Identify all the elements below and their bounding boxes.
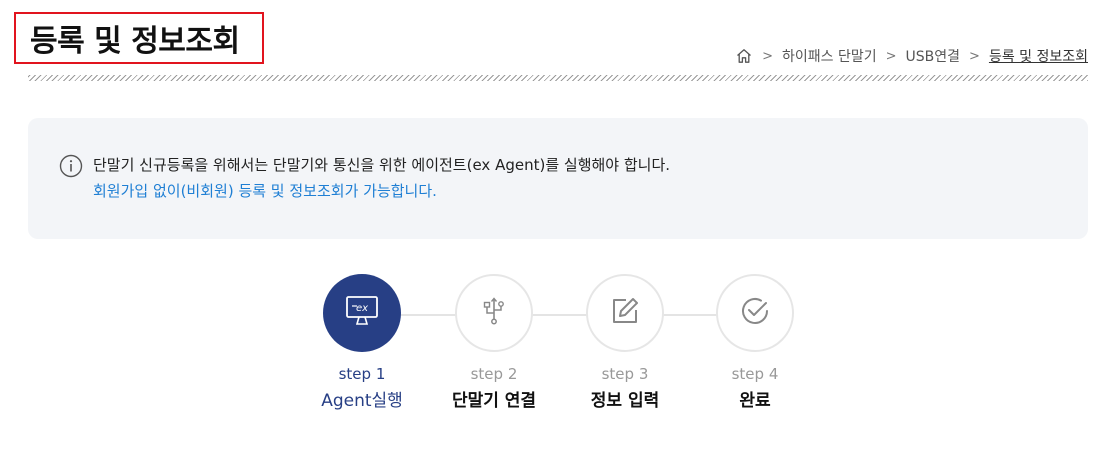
notice-highlight-text: 회원가입 없이(비회원) 등록 및 정보조회가 가능합니다. <box>93 182 437 200</box>
notice-text: 단말기 신규등록을 위해서는 단말기와 통신을 위한 에이전트(ex Agent… <box>93 156 671 174</box>
chevron-right-icon: > <box>969 48 980 64</box>
step-3: step 3 정보 입력 <box>565 274 685 412</box>
step-1-circle: ex <box>323 274 401 352</box>
step-4: step 4 완료 <box>695 274 815 412</box>
home-icon[interactable] <box>735 47 753 65</box>
step-2-label: 단말기 연결 <box>451 391 537 411</box>
breadcrumb-item-current[interactable]: 등록 및 정보조회 <box>989 46 1088 66</box>
step-4-circle <box>716 274 794 352</box>
monitor-ex-icon: ex <box>345 295 379 331</box>
step-4-number: step 4 <box>731 365 779 383</box>
info-icon <box>59 154 83 178</box>
chevron-right-icon: > <box>762 48 773 64</box>
step-4-label: 완료 <box>739 391 771 411</box>
step-2-number: step 2 <box>470 365 518 383</box>
step-3-number: step 3 <box>601 365 649 383</box>
step-1: ex step 1 Agent실행 <box>302 274 422 412</box>
step-3-label: 정보 입력 <box>590 391 660 411</box>
chevron-right-icon: > <box>885 48 897 64</box>
notice-box: 단말기 신규등록을 위해서는 단말기와 통신을 위한 에이전트(ex Agent… <box>28 118 1088 239</box>
check-circle-icon <box>739 295 771 331</box>
page-title: 등록 및 정보조회 <box>30 24 240 59</box>
hatched-divider <box>28 75 1088 81</box>
step-3-circle <box>586 274 664 352</box>
usb-icon <box>479 296 509 330</box>
step-1-label: Agent실행 <box>321 391 403 411</box>
step-1-number: step 1 <box>338 365 386 383</box>
breadcrumb-item-hipass-terminal[interactable]: 하이패스 단말기 <box>782 46 877 66</box>
breadcrumb: > 하이패스 단말기 > USB연결 > 등록 및 정보조회 <box>735 44 1088 68</box>
step-2: step 2 단말기 연결 <box>434 274 554 412</box>
step-2-circle <box>455 274 533 352</box>
breadcrumb-item-usb-connection[interactable]: USB연결 <box>906 46 961 66</box>
edit-icon <box>609 295 641 331</box>
svg-text:ex: ex <box>356 303 368 314</box>
